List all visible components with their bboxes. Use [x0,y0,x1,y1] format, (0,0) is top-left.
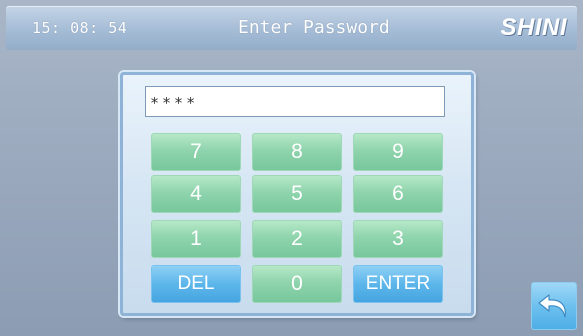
header-bar: 15: 08: 54 Enter Password SHINI [6,6,577,50]
enter-button[interactable]: ENTER [353,265,443,303]
key-9[interactable]: 9 [353,133,443,171]
key-7[interactable]: 7 [151,133,241,171]
key-0[interactable]: 0 [252,265,342,303]
key-3[interactable]: 3 [353,220,443,258]
key-5[interactable]: 5 [252,175,342,213]
brand-logo: SHINI [500,14,567,41]
return-arrow-icon [538,294,566,318]
password-field[interactable]: **** [145,86,445,117]
password-dialog: **** 7 8 9 4 5 6 1 2 3 DEL 0 ENTER [120,72,474,316]
back-button[interactable] [531,282,577,330]
clock: 15: 08: 54 [32,19,128,37]
key-4[interactable]: 4 [151,175,241,213]
key-2[interactable]: 2 [252,220,342,258]
delete-button[interactable]: DEL [151,265,241,303]
key-6[interactable]: 6 [353,175,443,213]
page-title: Enter Password [238,17,390,38]
key-8[interactable]: 8 [252,133,342,171]
key-1[interactable]: 1 [151,220,241,258]
